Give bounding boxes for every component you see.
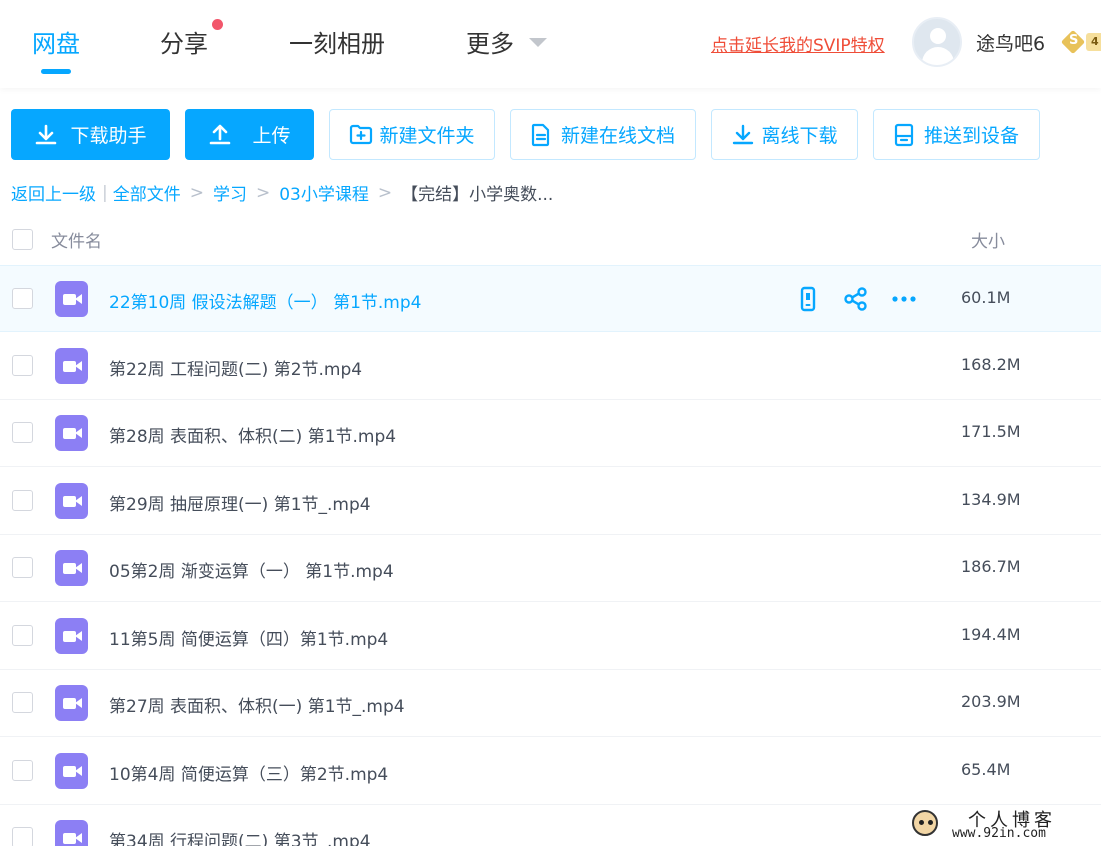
more-icon[interactable] — [891, 286, 917, 312]
video-file-icon — [55, 415, 88, 451]
offline-download-button[interactable]: 离线下载 — [711, 109, 858, 160]
file-row[interactable]: 05第2周 渐变运算（一） 第1节.mp4 186.7M — [0, 535, 1101, 602]
row-checkbox[interactable] — [12, 827, 33, 846]
upload-button[interactable]: 上传 — [185, 109, 314, 160]
row-checkbox[interactable] — [12, 759, 33, 781]
upload-icon — [210, 124, 231, 144]
file-row[interactable]: 第22周 工程问题(二) 第2节.mp4 168.2M — [0, 333, 1101, 400]
file-name-link[interactable]: 22第10周 假设法解题（一） 第1节.mp4 — [109, 288, 421, 313]
tab-share[interactable]: 分享 — [160, 24, 208, 59]
video-file-icon — [55, 685, 88, 721]
breadcrumb-divider: | — [102, 182, 108, 203]
file-size: 186.7M — [961, 557, 1021, 576]
file-name-link[interactable]: 第34周 行程问题(二) 第3节_.mp4 — [109, 827, 371, 846]
offline-download-icon — [733, 124, 754, 144]
column-header-size[interactable]: 大小 — [971, 227, 1005, 252]
file-size: 194.4M — [961, 624, 1021, 644]
file-size: 65.4M — [961, 759, 1011, 779]
phone-icon[interactable] — [795, 286, 821, 312]
tab-netdisk[interactable]: 网盘 — [32, 24, 80, 59]
push-to-device-button[interactable]: 推送到设备 — [873, 109, 1040, 160]
file-size: 203.9M — [961, 692, 1021, 711]
file-name-link[interactable]: 第29周 抽屉原理(一) 第1节_.mp4 — [109, 490, 371, 515]
row-checkbox[interactable] — [12, 624, 33, 646]
offline-download-label: 离线下载 — [761, 125, 838, 147]
push-to-device-label: 推送到设备 — [923, 125, 1019, 147]
top-nav: 网盘 分享 一刻相册 更多 点击延长我的SVIP特权 途鸟吧6 S 4 — [0, 0, 1101, 88]
video-file-icon — [55, 482, 88, 519]
column-header-filename[interactable]: 文件名 — [51, 227, 102, 252]
file-row[interactable]: 10第4周 简便运算（三）第2节.mp4 65.4M — [0, 738, 1101, 805]
file-row[interactable]: 11第5周 简便运算（四）第1节.mp4 194.4M — [0, 603, 1101, 670]
tab-moment-album[interactable]: 一刻相册 — [289, 24, 385, 59]
breadcrumb-back-link[interactable]: 返回上一级 — [11, 180, 96, 205]
watermark-url: www.92in.com — [952, 826, 1046, 841]
file-row[interactable]: 第28周 表面积、体积(二) 第1节.mp4 171.5M — [0, 400, 1101, 467]
select-all-checkbox[interactable] — [12, 229, 33, 250]
breadcrumb-study[interactable]: 学习 — [213, 180, 247, 205]
share-icon[interactable] — [843, 286, 869, 312]
active-tab-underline — [41, 69, 71, 74]
row-checkbox[interactable] — [12, 354, 33, 376]
document-icon — [531, 123, 550, 146]
file-row[interactable]: 22第10周 假设法解题（一） 第1节.mp4 60.1M — [0, 265, 1101, 332]
tab-more[interactable]: 更多 — [466, 24, 514, 59]
new-online-doc-button[interactable]: 新建在线文档 — [510, 109, 696, 160]
new-folder-icon — [350, 124, 373, 144]
video-file-icon — [55, 281, 88, 317]
download-helper-label: 下载助手 — [70, 125, 147, 147]
row-checkbox[interactable] — [12, 422, 33, 443]
video-file-icon — [55, 347, 88, 384]
breadcrumb-course[interactable]: 03小学课程 — [279, 180, 369, 205]
upload-label: 上传 — [252, 125, 291, 147]
file-row[interactable]: 第29周 抽屉原理(一) 第1节_.mp4 134.9M — [0, 468, 1101, 535]
row-checkbox[interactable] — [12, 692, 33, 713]
download-icon — [36, 124, 57, 144]
file-name-link[interactable]: 05第2周 渐变运算（一） 第1节.mp4 — [109, 557, 394, 582]
breadcrumb: 返回上一级 | 全部文件 > 学习 > 03小学课程 > 【完结】小学奥数... — [11, 180, 554, 206]
new-folder-button[interactable]: 新建文件夹 — [329, 109, 495, 160]
breadcrumb-separator: > — [255, 182, 271, 203]
mascot-logo-icon — [912, 810, 938, 836]
device-icon — [894, 123, 914, 146]
file-row[interactable]: 第27周 表面积、体积(一) 第1节_.mp4 203.9M — [0, 670, 1101, 737]
site-watermark: 个人博客 www.92in.com — [908, 806, 1101, 846]
breadcrumb-current: 【完结】小学奥数... — [401, 185, 554, 205]
svip-renew-link[interactable]: 点击延长我的SVIP特权 — [711, 31, 885, 56]
video-file-icon — [55, 617, 88, 654]
new-folder-label: 新建文件夹 — [379, 125, 475, 147]
file-name-link[interactable]: 第22周 工程问题(二) 第2节.mp4 — [109, 355, 362, 380]
file-size: 134.9M — [961, 489, 1021, 509]
row-checkbox[interactable] — [12, 288, 33, 309]
row-checkbox[interactable] — [12, 489, 33, 511]
notification-dot — [212, 19, 223, 30]
download-helper-button[interactable]: 下载助手 — [11, 109, 170, 160]
row-checkbox[interactable] — [12, 557, 33, 578]
file-name-link[interactable]: 第28周 表面积、体积(二) 第1节.mp4 — [109, 422, 396, 447]
breadcrumb-separator: > — [377, 182, 393, 203]
video-file-icon — [55, 752, 88, 789]
new-online-doc-label: 新建在线文档 — [560, 125, 675, 147]
username[interactable]: 途鸟吧6 — [976, 29, 1045, 56]
vip-level-badge[interactable]: S 4 — [1058, 29, 1101, 55]
file-size: 171.5M — [961, 422, 1021, 441]
file-name-link[interactable]: 第27周 表面积、体积(一) 第1节_.mp4 — [109, 692, 405, 717]
breadcrumb-separator: > — [189, 182, 204, 203]
file-name-link[interactable]: 11第5周 简便运算（四）第1节.mp4 — [109, 625, 388, 650]
breadcrumb-all-files[interactable]: 全部文件 — [113, 180, 181, 205]
file-size: 60.1M — [961, 288, 1011, 307]
avatar[interactable] — [912, 17, 962, 67]
file-size: 168.2M — [961, 354, 1021, 374]
vip-level-number: 4 — [1086, 33, 1101, 51]
video-file-icon — [55, 820, 88, 846]
file-name-link[interactable]: 10第4周 简便运算（三）第2节.mp4 — [109, 760, 388, 785]
chevron-down-icon[interactable] — [529, 38, 547, 47]
video-file-icon — [55, 550, 88, 586]
